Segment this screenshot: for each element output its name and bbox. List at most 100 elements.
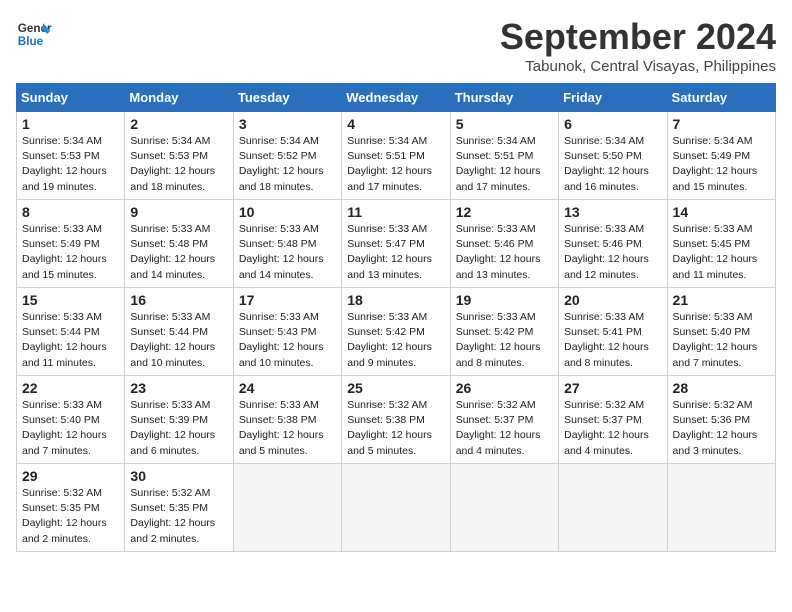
- day-info: Sunrise: 5:33 AM Sunset: 5:46 PM Dayligh…: [564, 222, 661, 283]
- day-info: Sunrise: 5:32 AM Sunset: 5:37 PM Dayligh…: [564, 398, 661, 459]
- day-info: Sunrise: 5:33 AM Sunset: 5:46 PM Dayligh…: [456, 222, 553, 283]
- day-number: 6: [564, 116, 661, 132]
- month-title: September 2024: [500, 16, 776, 58]
- day-info: Sunrise: 5:33 AM Sunset: 5:47 PM Dayligh…: [347, 222, 444, 283]
- day-info: Sunrise: 5:34 AM Sunset: 5:53 PM Dayligh…: [130, 134, 227, 195]
- day-info: Sunrise: 5:33 AM Sunset: 5:44 PM Dayligh…: [22, 310, 119, 371]
- col-tuesday: Tuesday: [233, 84, 341, 112]
- table-row: 25 Sunrise: 5:32 AM Sunset: 5:38 PM Dayl…: [342, 376, 450, 464]
- day-info: Sunrise: 5:32 AM Sunset: 5:36 PM Dayligh…: [673, 398, 770, 459]
- day-info: Sunrise: 5:33 AM Sunset: 5:38 PM Dayligh…: [239, 398, 336, 459]
- table-row: 9 Sunrise: 5:33 AM Sunset: 5:48 PM Dayli…: [125, 200, 233, 288]
- day-number: 11: [347, 204, 444, 220]
- col-monday: Monday: [125, 84, 233, 112]
- calendar-week-1: 1 Sunrise: 5:34 AM Sunset: 5:53 PM Dayli…: [17, 112, 776, 200]
- day-number: 20: [564, 292, 661, 308]
- calendar-week-5: 29 Sunrise: 5:32 AM Sunset: 5:35 PM Dayl…: [17, 464, 776, 552]
- day-info: Sunrise: 5:33 AM Sunset: 5:49 PM Dayligh…: [22, 222, 119, 283]
- table-row: 15 Sunrise: 5:33 AM Sunset: 5:44 PM Dayl…: [17, 288, 125, 376]
- day-number: 9: [130, 204, 227, 220]
- day-number: 12: [456, 204, 553, 220]
- table-row: 4 Sunrise: 5:34 AM Sunset: 5:51 PM Dayli…: [342, 112, 450, 200]
- location: Tabunok, Central Visayas, Philippines: [500, 58, 776, 75]
- day-info: Sunrise: 5:33 AM Sunset: 5:48 PM Dayligh…: [130, 222, 227, 283]
- day-number: 26: [456, 380, 553, 396]
- day-number: 16: [130, 292, 227, 308]
- table-row: 5 Sunrise: 5:34 AM Sunset: 5:51 PM Dayli…: [450, 112, 558, 200]
- table-row: 11 Sunrise: 5:33 AM Sunset: 5:47 PM Dayl…: [342, 200, 450, 288]
- day-number: 4: [347, 116, 444, 132]
- day-number: 10: [239, 204, 336, 220]
- day-info: Sunrise: 5:34 AM Sunset: 5:51 PM Dayligh…: [347, 134, 444, 195]
- calendar-week-4: 22 Sunrise: 5:33 AM Sunset: 5:40 PM Dayl…: [17, 376, 776, 464]
- day-number: 23: [130, 380, 227, 396]
- day-info: Sunrise: 5:33 AM Sunset: 5:44 PM Dayligh…: [130, 310, 227, 371]
- day-info: Sunrise: 5:34 AM Sunset: 5:50 PM Dayligh…: [564, 134, 661, 195]
- table-row: 18 Sunrise: 5:33 AM Sunset: 5:42 PM Dayl…: [342, 288, 450, 376]
- table-row: 2 Sunrise: 5:34 AM Sunset: 5:53 PM Dayli…: [125, 112, 233, 200]
- day-number: 22: [22, 380, 119, 396]
- logo-icon: General Blue: [16, 16, 52, 52]
- table-row: 29 Sunrise: 5:32 AM Sunset: 5:35 PM Dayl…: [17, 464, 125, 552]
- day-number: 24: [239, 380, 336, 396]
- day-info: Sunrise: 5:33 AM Sunset: 5:42 PM Dayligh…: [456, 310, 553, 371]
- day-number: 14: [673, 204, 770, 220]
- day-number: 1: [22, 116, 119, 132]
- table-row: [559, 464, 667, 552]
- table-row: 27 Sunrise: 5:32 AM Sunset: 5:37 PM Dayl…: [559, 376, 667, 464]
- day-info: Sunrise: 5:33 AM Sunset: 5:40 PM Dayligh…: [22, 398, 119, 459]
- day-info: Sunrise: 5:33 AM Sunset: 5:43 PM Dayligh…: [239, 310, 336, 371]
- table-row: 14 Sunrise: 5:33 AM Sunset: 5:45 PM Dayl…: [667, 200, 775, 288]
- day-info: Sunrise: 5:32 AM Sunset: 5:37 PM Dayligh…: [456, 398, 553, 459]
- day-number: 25: [347, 380, 444, 396]
- table-row: 16 Sunrise: 5:33 AM Sunset: 5:44 PM Dayl…: [125, 288, 233, 376]
- day-info: Sunrise: 5:34 AM Sunset: 5:53 PM Dayligh…: [22, 134, 119, 195]
- table-row: 12 Sunrise: 5:33 AM Sunset: 5:46 PM Dayl…: [450, 200, 558, 288]
- day-number: 18: [347, 292, 444, 308]
- day-info: Sunrise: 5:33 AM Sunset: 5:39 PM Dayligh…: [130, 398, 227, 459]
- day-number: 3: [239, 116, 336, 132]
- table-row: 28 Sunrise: 5:32 AM Sunset: 5:36 PM Dayl…: [667, 376, 775, 464]
- day-info: Sunrise: 5:32 AM Sunset: 5:35 PM Dayligh…: [130, 486, 227, 547]
- day-number: 19: [456, 292, 553, 308]
- table-row: 6 Sunrise: 5:34 AM Sunset: 5:50 PM Dayli…: [559, 112, 667, 200]
- table-row: 22 Sunrise: 5:33 AM Sunset: 5:40 PM Dayl…: [17, 376, 125, 464]
- day-info: Sunrise: 5:34 AM Sunset: 5:51 PM Dayligh…: [456, 134, 553, 195]
- day-number: 7: [673, 116, 770, 132]
- table-row: 7 Sunrise: 5:34 AM Sunset: 5:49 PM Dayli…: [667, 112, 775, 200]
- header-row: Sunday Monday Tuesday Wednesday Thursday…: [17, 84, 776, 112]
- day-number: 2: [130, 116, 227, 132]
- day-info: Sunrise: 5:32 AM Sunset: 5:38 PM Dayligh…: [347, 398, 444, 459]
- table-row: 19 Sunrise: 5:33 AM Sunset: 5:42 PM Dayl…: [450, 288, 558, 376]
- table-row: 17 Sunrise: 5:33 AM Sunset: 5:43 PM Dayl…: [233, 288, 341, 376]
- title-section: September 2024 Tabunok, Central Visayas,…: [500, 16, 776, 75]
- svg-text:Blue: Blue: [18, 35, 44, 48]
- day-number: 27: [564, 380, 661, 396]
- calendar-week-2: 8 Sunrise: 5:33 AM Sunset: 5:49 PM Dayli…: [17, 200, 776, 288]
- table-row: 21 Sunrise: 5:33 AM Sunset: 5:40 PM Dayl…: [667, 288, 775, 376]
- day-info: Sunrise: 5:33 AM Sunset: 5:45 PM Dayligh…: [673, 222, 770, 283]
- col-saturday: Saturday: [667, 84, 775, 112]
- col-wednesday: Wednesday: [342, 84, 450, 112]
- day-info: Sunrise: 5:34 AM Sunset: 5:49 PM Dayligh…: [673, 134, 770, 195]
- page-header: General Blue September 2024 Tabunok, Cen…: [16, 16, 776, 75]
- table-row: 30 Sunrise: 5:32 AM Sunset: 5:35 PM Dayl…: [125, 464, 233, 552]
- table-row: 24 Sunrise: 5:33 AM Sunset: 5:38 PM Dayl…: [233, 376, 341, 464]
- calendar-table: Sunday Monday Tuesday Wednesday Thursday…: [16, 83, 776, 552]
- table-row: [233, 464, 341, 552]
- day-info: Sunrise: 5:33 AM Sunset: 5:48 PM Dayligh…: [239, 222, 336, 283]
- day-info: Sunrise: 5:32 AM Sunset: 5:35 PM Dayligh…: [22, 486, 119, 547]
- table-row: [667, 464, 775, 552]
- day-info: Sunrise: 5:34 AM Sunset: 5:52 PM Dayligh…: [239, 134, 336, 195]
- table-row: 23 Sunrise: 5:33 AM Sunset: 5:39 PM Dayl…: [125, 376, 233, 464]
- day-number: 17: [239, 292, 336, 308]
- logo: General Blue: [16, 16, 52, 52]
- table-row: 10 Sunrise: 5:33 AM Sunset: 5:48 PM Dayl…: [233, 200, 341, 288]
- table-row: [450, 464, 558, 552]
- table-row: 1 Sunrise: 5:34 AM Sunset: 5:53 PM Dayli…: [17, 112, 125, 200]
- col-thursday: Thursday: [450, 84, 558, 112]
- table-row: 8 Sunrise: 5:33 AM Sunset: 5:49 PM Dayli…: [17, 200, 125, 288]
- table-row: [342, 464, 450, 552]
- table-row: 26 Sunrise: 5:32 AM Sunset: 5:37 PM Dayl…: [450, 376, 558, 464]
- day-number: 29: [22, 468, 119, 484]
